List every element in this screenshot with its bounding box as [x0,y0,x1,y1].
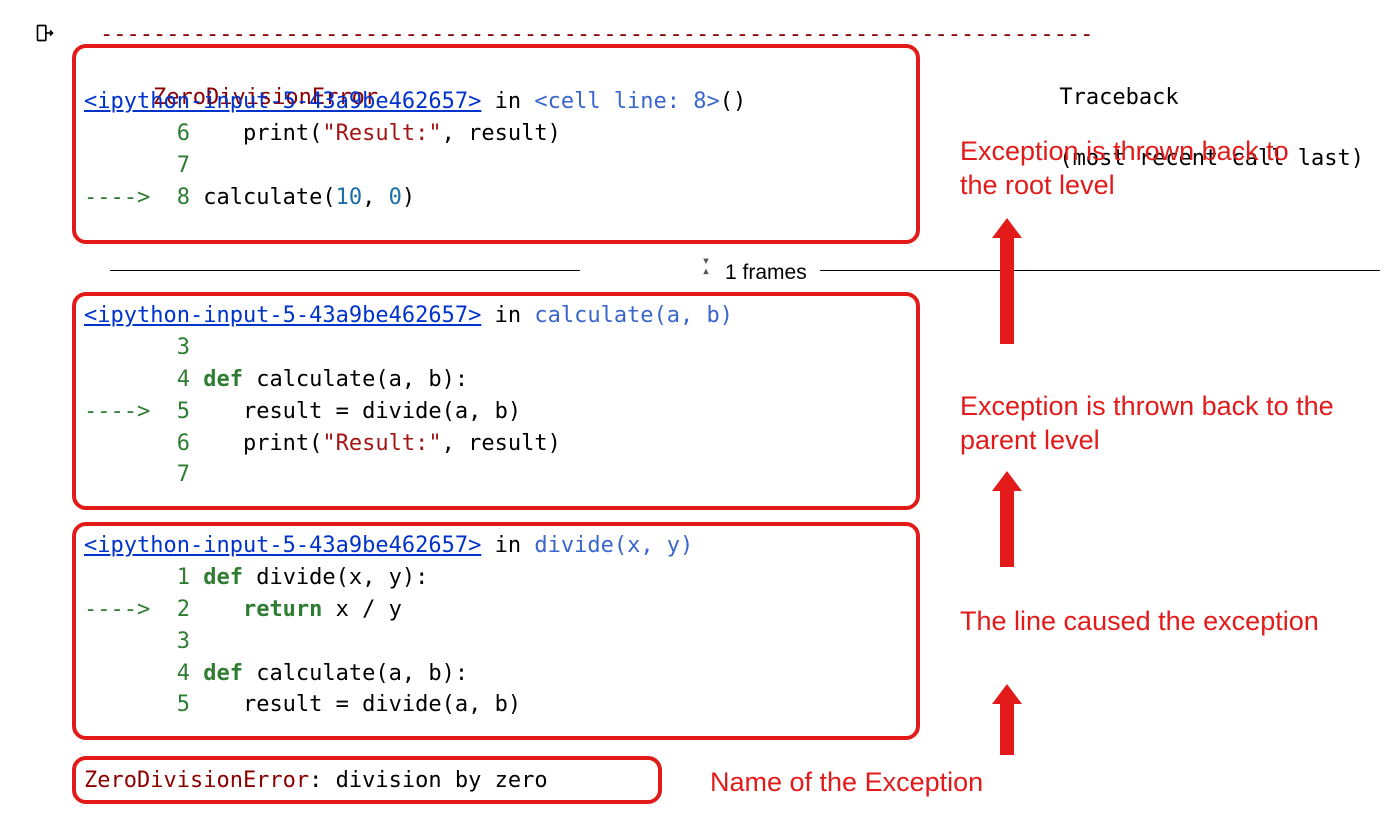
source-link[interactable]: <ipython-input-5-43a9be462657> [84,89,481,114]
exception-summary-box: ZeroDivisionError: division by zero [72,756,662,804]
collapse-icon[interactable]: ▾▴ [694,256,718,276]
arrow-up-icon [1000,234,1014,344]
frame-box-origin: <ipython-input-5-43a9be462657> in divide… [72,522,920,740]
output-icon [35,22,55,42]
source-link[interactable]: <ipython-input-5-43a9be462657> [84,533,481,558]
frame-parent-code: <ipython-input-5-43a9be462657> in calcul… [84,300,908,491]
error-name: ZeroDivisionError [84,768,309,793]
frame-box-root: <ipython-input-5-43a9be462657> in <cell … [72,44,920,244]
frames-divider: ▾▴ 1 frames [110,256,1380,284]
divider-line [110,270,580,271]
error-message: division by zero [336,768,548,793]
frame-root-code: <ipython-input-5-43a9be462657> in <cell … [84,86,908,214]
divider-line [820,270,1380,271]
source-link[interactable]: <ipython-input-5-43a9be462657> [84,303,481,328]
annotation-parent: Exception is thrown back to the parent l… [960,390,1360,458]
frame-box-parent: <ipython-input-5-43a9be462657> in calcul… [72,292,920,510]
annotation-origin: The line caused the exception [960,605,1320,639]
arrow-up-icon [1000,487,1014,567]
annotation-root: Exception is thrown back to the root lev… [960,135,1320,203]
frame-origin-code: <ipython-input-5-43a9be462657> in divide… [84,530,908,721]
traceback-label: Traceback [1059,85,1178,110]
frames-count-label: 1 frames [725,258,807,287]
arrow-up-icon [1000,700,1014,755]
annotation-name: Name of the Exception [710,766,1070,800]
traceback-diagram: ----------------------------------------… [0,0,1400,838]
